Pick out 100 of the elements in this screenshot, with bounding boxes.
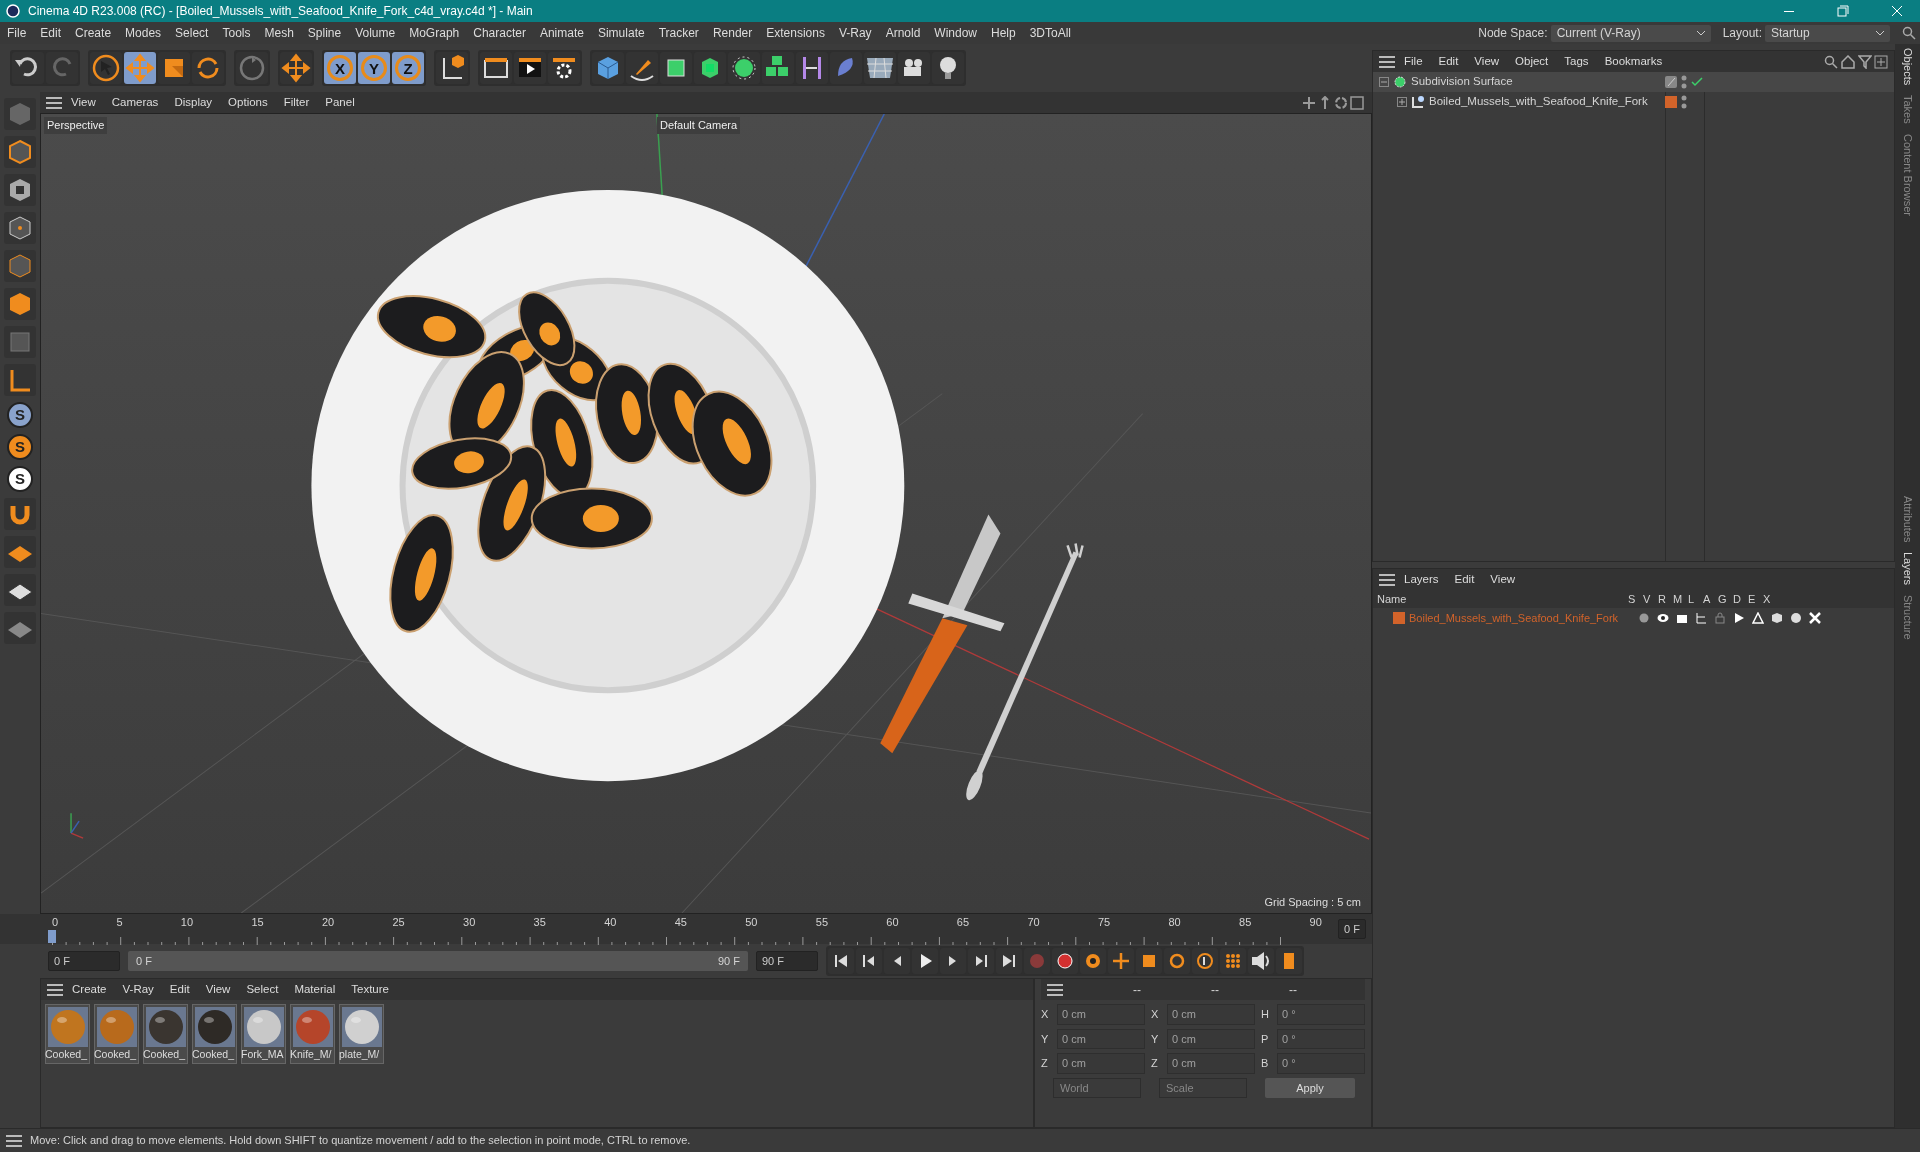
tree-row[interactable]: Boiled_Mussels_with_Seafood_Knife_Fork	[1373, 92, 1894, 112]
cubes-button[interactable]	[762, 52, 794, 84]
light-button[interactable]	[932, 52, 964, 84]
end-frame-field[interactable]: 90 F	[756, 950, 818, 972]
cube-button[interactable]	[592, 52, 624, 84]
menu-icon[interactable]	[47, 983, 63, 996]
material-swatch[interactable]: Cooked_	[143, 1004, 188, 1064]
menu-item[interactable]: View	[64, 93, 103, 112]
menu-item[interactable]: Help	[984, 24, 1023, 42]
menu-item[interactable]: File	[0, 24, 34, 42]
move-view-icon[interactable]	[1302, 95, 1316, 110]
menu-item[interactable]: Tags	[1557, 52, 1596, 71]
grid-button[interactable]	[4, 536, 36, 568]
visibility-dots-icon[interactable]	[1681, 75, 1687, 89]
previous-key-button[interactable]	[856, 948, 882, 974]
menu-item[interactable]: Object	[1508, 52, 1556, 71]
menu-item[interactable]: View	[198, 980, 238, 999]
side-tab[interactable]: Layers	[1899, 552, 1916, 586]
deformer-button[interactable]	[830, 52, 862, 84]
menu-icon[interactable]	[6, 1134, 22, 1147]
menu-item[interactable]: Bookmarks	[1597, 52, 1670, 71]
next-key-button[interactable]	[968, 948, 994, 974]
menu-item[interactable]: Create	[65, 980, 114, 999]
coordinate-field[interactable]: 0 °	[1277, 1028, 1365, 1049]
subdivision-button[interactable]	[660, 52, 692, 84]
side-tab[interactable]: Structure	[1899, 595, 1916, 641]
move-button[interactable]	[280, 52, 312, 84]
menu-item[interactable]: Create	[68, 24, 119, 42]
side-tab[interactable]: Objects	[1899, 48, 1916, 86]
key-scale-button[interactable]	[1136, 948, 1162, 974]
coordinate-field[interactable]: 0 cm	[1057, 1028, 1145, 1049]
xref-icon[interactable]	[1809, 612, 1821, 624]
object-mode-button[interactable]	[4, 136, 36, 168]
key-parameter-button[interactable]	[1192, 948, 1218, 974]
start-frame-field[interactable]: 0 F	[48, 950, 120, 972]
coordinate-field[interactable]: 0 °	[1277, 1053, 1365, 1074]
snap-button[interactable]: S	[7, 402, 33, 428]
material-swatch[interactable]: Cooked_	[94, 1004, 139, 1064]
sound-button[interactable]	[1248, 948, 1274, 974]
layer-color-swatch[interactable]	[1393, 612, 1405, 624]
menu-item[interactable]: Extensions	[759, 24, 832, 42]
generator-icon[interactable]	[1752, 612, 1764, 624]
menu-item[interactable]: MoGraph	[402, 24, 467, 42]
layer-color-swatch[interactable]	[1665, 96, 1677, 108]
side-tab[interactable]: Attributes	[1899, 496, 1916, 543]
menu-item[interactable]: V-Ray	[831, 24, 879, 42]
dropdown[interactable]: Current (V-Ray)	[1550, 24, 1711, 42]
menu-item[interactable]: Arnold	[878, 24, 928, 42]
menu-icon[interactable]	[1379, 573, 1395, 586]
menu-item[interactable]: Edit	[33, 24, 69, 42]
menu-item[interactable]: Material	[287, 980, 343, 999]
menu-item[interactable]: Layers	[1397, 570, 1446, 589]
menu-item[interactable]: View	[1467, 52, 1507, 71]
texture-mode-button[interactable]	[4, 174, 36, 206]
new-panel-icon[interactable]	[1874, 54, 1888, 69]
rotate-button[interactable]	[192, 52, 224, 84]
render-icon[interactable]	[1676, 612, 1688, 624]
menu-item[interactable]: Display	[167, 93, 220, 112]
animation-icon[interactable]	[1733, 612, 1745, 624]
key-pla-button[interactable]	[1220, 948, 1246, 974]
menu-item[interactable]: Filter	[276, 93, 317, 112]
filter-icon[interactable]	[1858, 54, 1872, 69]
coordinate-field[interactable]: 0 cm	[1167, 1053, 1255, 1074]
menu-item[interactable]: Simulate	[590, 24, 652, 42]
menu-item[interactable]: Render	[705, 24, 760, 42]
play-button[interactable]	[912, 948, 938, 974]
home-icon[interactable]	[1840, 54, 1856, 69]
lock-icon[interactable]	[1714, 612, 1726, 624]
box-button[interactable]	[694, 52, 726, 84]
key-position-button[interactable]	[1108, 948, 1134, 974]
coordinate-field[interactable]: 0 cm	[1057, 1004, 1145, 1025]
autokey-button[interactable]	[1052, 948, 1078, 974]
key-rotation-button[interactable]	[1164, 948, 1190, 974]
material-swatch[interactable]: Cooked_	[192, 1004, 237, 1064]
material-swatch[interactable]: Cooked_	[45, 1004, 90, 1064]
edge-mode-button[interactable]	[4, 250, 36, 282]
axis-toggle-button[interactable]: Z	[395, 55, 421, 81]
snap-button[interactable]: S	[7, 434, 33, 460]
manager-icon[interactable]	[1695, 612, 1707, 624]
menu-item[interactable]: Edit	[162, 980, 197, 999]
solo-icon[interactable]	[1638, 612, 1650, 624]
axis-toggle-button[interactable]: X	[327, 55, 353, 81]
cursor-button[interactable]	[90, 52, 122, 84]
material-swatch[interactable]: Fork_MA	[241, 1004, 286, 1064]
pen-button[interactable]	[626, 52, 658, 84]
menu-item[interactable]: Options	[221, 93, 275, 112]
menu-icon[interactable]	[1379, 55, 1395, 68]
menu-item[interactable]: Edit	[1431, 52, 1466, 71]
search-icon[interactable]	[1902, 26, 1916, 40]
dropdown[interactable]: Startup	[1765, 24, 1890, 42]
enabled-check-icon[interactable]	[1691, 77, 1703, 87]
frame-field[interactable]: 0 F	[1338, 918, 1366, 940]
menu-item[interactable]: Edit	[1447, 570, 1482, 589]
previous-frame-button[interactable]	[884, 948, 910, 974]
menu-item[interactable]: Select	[239, 980, 286, 999]
gear-button[interactable]	[548, 52, 580, 84]
editor-visibility-icon[interactable]	[1665, 76, 1677, 88]
deformer-icon[interactable]	[1771, 612, 1783, 624]
menu-item[interactable]: Volume	[348, 24, 403, 42]
menu-item[interactable]: Panel	[318, 93, 362, 112]
